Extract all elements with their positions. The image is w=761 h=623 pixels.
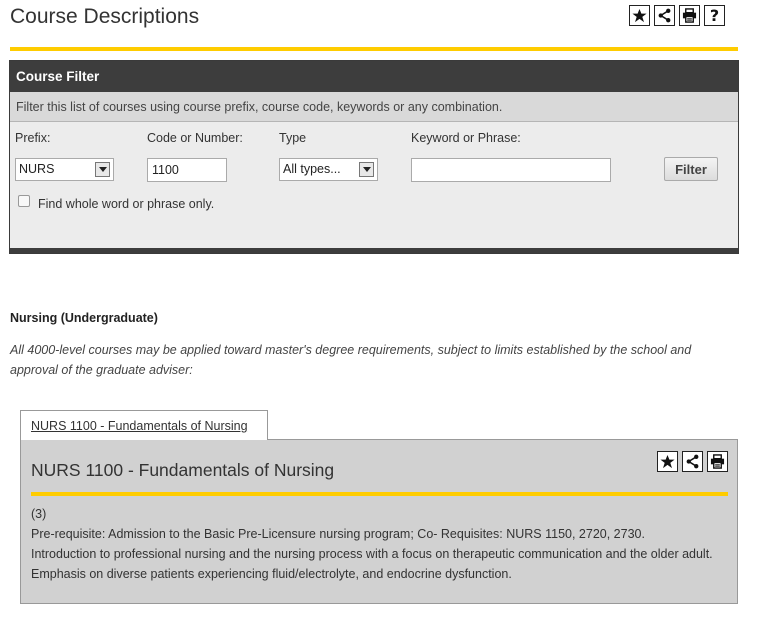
code-label: Code or Number: [147,131,243,145]
filter-button[interactable]: Filter [664,157,718,181]
code-input[interactable] [147,158,227,182]
course-credits: (3) [31,507,47,521]
course-description: Introduction to professional nursing and… [31,547,713,581]
help-icon[interactable]: ? [704,5,725,26]
keyword-input[interactable] [411,158,611,182]
course-divider [31,492,728,496]
course-filter-panel: Course Filter Filter this list of course… [9,60,739,254]
chevron-down-icon [359,162,374,177]
course-title: NURS 1100 - Fundamentals of Nursing [31,460,335,480]
section-title: Nursing (Undergraduate) [10,311,158,325]
title-divider [10,47,738,51]
page-title: Course Descriptions [10,5,200,28]
chevron-down-icon [95,162,110,177]
course-detail-panel: NURS 1100 - Fundamentals of Nursing (3) … [20,439,738,604]
prefix-select[interactable]: NURS [15,158,114,181]
whole-word-checkbox[interactable] [18,195,30,207]
course-prereq: Pre-requisite: Admission to the Basic Pr… [31,527,645,541]
type-select[interactable]: All types... [279,158,378,181]
type-select-value: All types... [283,162,341,176]
share-icon[interactable] [682,451,703,472]
filter-header: Course Filter [10,61,738,92]
page-toolbar: ? [629,5,725,26]
star-icon[interactable] [629,5,650,26]
filter-description: Filter this list of courses using course… [10,92,738,122]
star-icon[interactable] [657,451,678,472]
print-icon[interactable] [707,451,728,472]
course-body: (3) Pre-requisite: Admission to the Basi… [31,504,731,584]
course-toolbar [657,451,728,472]
keyword-label: Keyword or Phrase: [411,131,521,145]
course-tab[interactable]: NURS 1100 - Fundamentals of Nursing [20,410,268,440]
section-note: All 4000-level courses may be applied to… [10,343,692,377]
prefix-label: Prefix: [15,131,51,145]
whole-word-label[interactable]: Find whole word or phrase only. [38,197,214,211]
print-icon[interactable] [679,5,700,26]
filter-footer-bar [10,248,738,253]
share-icon[interactable] [654,5,675,26]
type-label: Type [279,131,307,145]
prefix-select-value: NURS [19,162,55,176]
